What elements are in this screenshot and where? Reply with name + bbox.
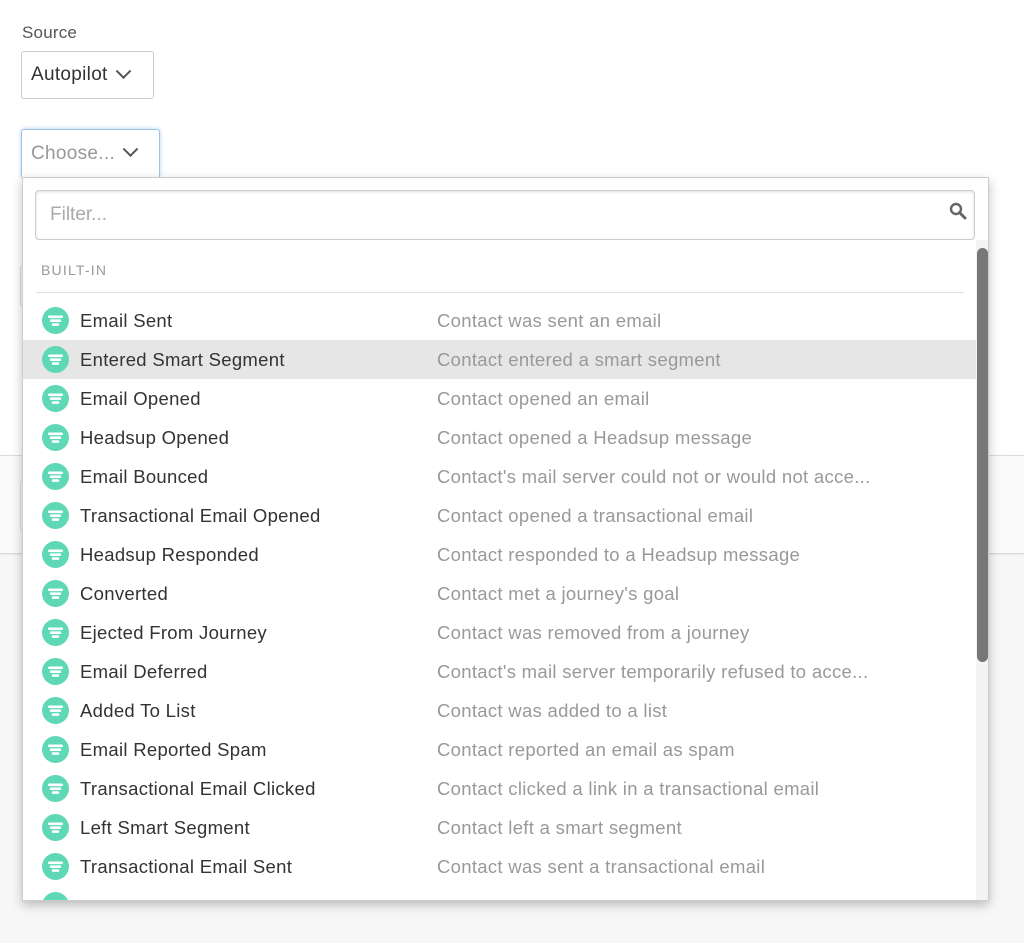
item-description: Contact responded to a Headsup message — [437, 543, 801, 565]
scrollbar-thumb[interactable] — [977, 248, 988, 662]
list-item[interactable]: Left Smart Segment Contact left a smart s… — [23, 808, 976, 847]
item-name: Email Sent — [80, 309, 173, 331]
funnel-icon — [42, 775, 69, 802]
funnel-icon — [42, 385, 69, 412]
item-name: Transactional Email Clicked — [80, 777, 316, 799]
item-description: Contact opened an email — [437, 387, 650, 409]
item-name: Ejected From Journey — [80, 621, 267, 643]
source-select[interactable]: Autopilot — [21, 51, 154, 99]
item-description: Contact opened a transactional email — [437, 504, 754, 526]
funnel-icon — [42, 463, 69, 490]
list-item[interactable]: Email Sent Contact was sent an email — [23, 301, 976, 340]
funnel-icon — [42, 619, 69, 646]
list-item[interactable]: Added To List Contact was added to a list — [23, 691, 976, 730]
item-description: Contact's mail server temporarily refuse… — [437, 660, 869, 682]
trigger-select-placeholder: Choose... — [31, 142, 116, 164]
source-selected-value: Autopilot — [31, 64, 108, 85]
list-item[interactable]: Email Opened Contact opened an email — [23, 379, 976, 418]
item-name: Headsup Opened — [80, 426, 230, 448]
item-description: Contact's mail server could not or would… — [437, 465, 871, 487]
funnel-icon — [42, 580, 69, 607]
list-item[interactable]: Ejected From Journey Contact was removed … — [23, 613, 976, 652]
list-item[interactable]: Transactional Email Clicked Contact click… — [23, 769, 976, 808]
item-description: Contact was sent a transactional email — [437, 855, 766, 877]
list-item[interactable]: Email Bounced Contact's mail server could… — [23, 457, 976, 496]
trigger-list: Email Sent Contact was sent an email Enter… — [23, 301, 976, 900]
list-item[interactable]: Converted Contact met a journey's goal — [23, 574, 976, 613]
list-item[interactable]: Headsup Opened Contact opened a Headsup m… — [23, 418, 976, 457]
trigger-select[interactable]: Choose... — [21, 129, 160, 177]
item-description: Contact reported an email as spam — [437, 738, 735, 760]
item-name: Headsup Responded — [80, 543, 259, 565]
search-icon[interactable] — [949, 202, 967, 220]
item-description: Contact was added to a list — [437, 699, 668, 721]
item-description: Contact left a smart segment — [437, 816, 682, 838]
item-name: Left Smart Segment — [80, 816, 250, 838]
item-description: Contact opened a Headsup message — [437, 426, 753, 448]
list-item[interactable]: Email Reported Spam Contact reported an e… — [23, 730, 976, 769]
item-name: Email Reported Spam — [80, 738, 267, 760]
funnel-icon — [42, 697, 69, 724]
funnel-icon — [42, 307, 69, 334]
item-description: Contact met a journey's goal — [437, 582, 680, 604]
funnel-icon — [43, 892, 68, 900]
funnel-icon — [42, 814, 69, 841]
funnel-icon — [42, 424, 69, 451]
list-item[interactable]: Entered Smart Segment Contact entered a s… — [23, 340, 976, 379]
funnel-icon — [42, 502, 69, 529]
item-name: Transactional Email Sent — [80, 855, 293, 877]
trigger-dropdown: BUILT-IN Email Sent Contact was sent an e… — [22, 177, 989, 901]
item-description: Contact clicked a link in a transactiona… — [437, 777, 820, 799]
list-item[interactable]: Email Deferred Contact's mail server temp… — [23, 652, 976, 691]
item-name: Email Opened — [80, 387, 201, 409]
item-name: Added To List — [80, 699, 196, 721]
filter-input[interactable] — [35, 190, 975, 240]
list-item[interactable] — [23, 886, 976, 900]
chevron-down-icon — [122, 141, 139, 158]
item-name: Email Bounced — [80, 465, 209, 487]
funnel-icon — [42, 541, 69, 568]
item-name: Email Deferred — [80, 660, 208, 682]
funnel-icon — [42, 853, 69, 880]
source-label: Source — [22, 23, 78, 42]
item-name: Transactional Email Opened — [80, 504, 321, 526]
list-item[interactable]: Transactional Email Sent Contact was sent… — [23, 847, 976, 886]
group-header-built-in: BUILT-IN — [41, 262, 108, 278]
funnel-icon — [42, 736, 69, 763]
list-item[interactable]: Headsup Responded Contact responded to a … — [23, 535, 976, 574]
divider — [36, 292, 964, 293]
chevron-down-icon — [115, 62, 131, 79]
funnel-icon — [42, 346, 69, 373]
item-name: Converted — [80, 582, 169, 604]
item-description: Contact was sent an email — [437, 309, 662, 331]
item-description: Contact was removed from a journey — [437, 621, 750, 643]
item-description: Contact entered a smart segment — [437, 348, 721, 370]
item-name: Entered Smart Segment — [80, 348, 285, 370]
list-item[interactable]: Transactional Email Opened Contact opened… — [23, 496, 976, 535]
funnel-icon — [42, 658, 69, 685]
